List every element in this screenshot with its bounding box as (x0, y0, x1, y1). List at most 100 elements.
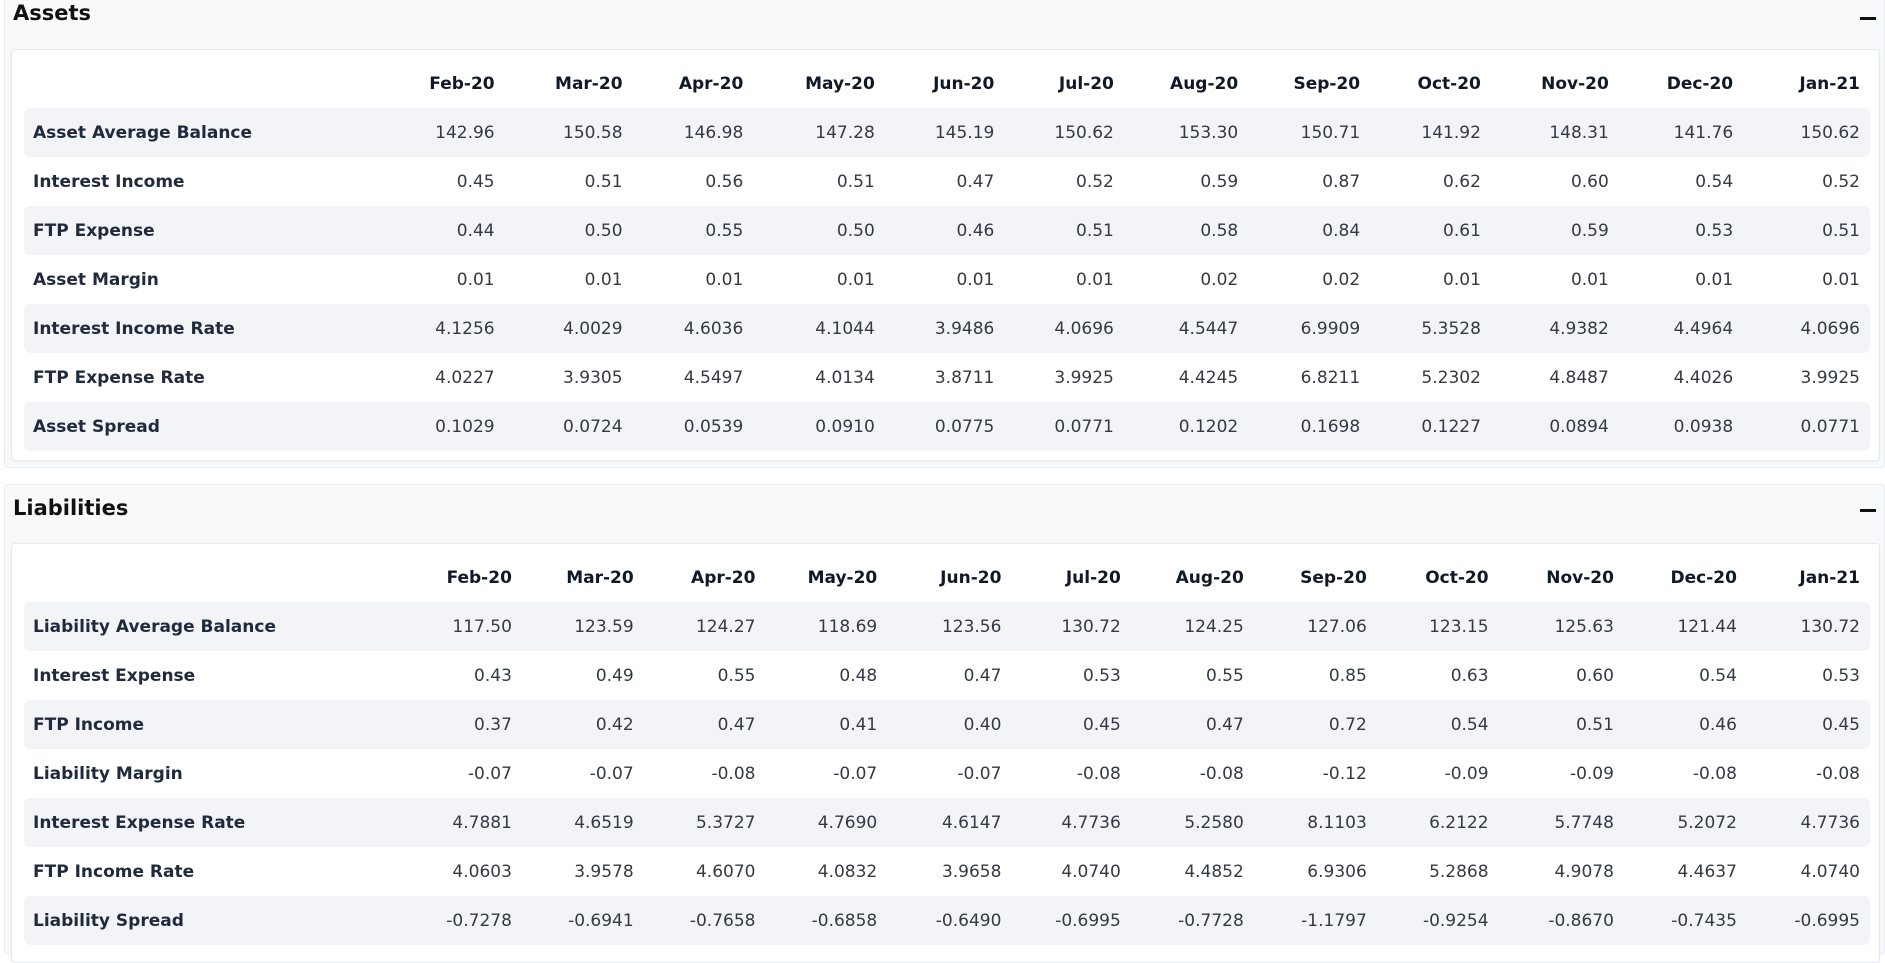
column-header[interactable]: Apr-20 (633, 60, 754, 108)
table-cell: 3.9486 (884, 304, 1005, 353)
column-header[interactable]: Nov-20 (1491, 60, 1619, 108)
table-cell: 0.0775 (884, 402, 1005, 451)
table-cell: -0.7435 (1623, 896, 1747, 945)
column-header[interactable]: Oct-20 (1377, 554, 1499, 602)
table-cell: 0.0724 (504, 402, 633, 451)
table-cell: -0.08 (711, 763, 756, 784)
row-label: Interest Expense Rate (24, 798, 404, 847)
row-label: Liability Spread (24, 896, 404, 945)
column-header[interactable]: Nov-20 (1499, 554, 1624, 602)
table-row: Interest Expense 0.43 0.49 0.55 0.48 0.47 0.53… (24, 651, 1870, 700)
table-cell: 145.19 (884, 108, 1005, 157)
table-cell: 5.2072 (1623, 798, 1747, 847)
column-header[interactable]: Jan-21 (1747, 554, 1870, 602)
table-cell: 4.7690 (765, 798, 888, 847)
liabilities-section: Liabilities Feb-20 Mar-20 Apr-20 May-20 Jun-… (4, 484, 1885, 963)
table-cell: 4.1256 (385, 304, 505, 353)
table-cell: 117.50 (403, 602, 522, 651)
table-cell: 0.01 (1695, 269, 1734, 290)
table-cell: 0.42 (521, 700, 644, 749)
table-cell: 118.69 (765, 602, 888, 651)
table-cell: 0.47 (1130, 700, 1254, 749)
table-cell: 8.1103 (1253, 798, 1377, 847)
column-header[interactable]: Mar-20 (522, 554, 644, 602)
table-cell: 0.58 (1123, 206, 1249, 255)
table-cell: 0.0539 (632, 402, 754, 451)
table-cell: -0.08 (1692, 763, 1737, 784)
row-label: Interest Income (33, 171, 185, 192)
table-cell: 0.41 (765, 700, 888, 749)
table-cell: 5.3727 (643, 798, 766, 847)
table-cell: 0.46 (1623, 700, 1747, 749)
table-cell: -0.12 (1322, 763, 1367, 784)
assets-section-title: Assets (13, 1, 92, 25)
column-header[interactable]: Sep-20 (1248, 60, 1370, 108)
column-header[interactable]: Dec-20 (1624, 554, 1747, 602)
table-cell: 0.45 (1011, 700, 1131, 749)
table-cell: 4.8487 (1549, 367, 1609, 388)
table-row: Interest Expense Rate 4.7881 4.6519 5.3727 4… (24, 798, 1870, 847)
table-cell: -0.6995 (1011, 896, 1131, 945)
column-header[interactable]: Apr-20 (644, 554, 766, 602)
table-cell: -0.6490 (887, 896, 1012, 945)
assets-section-header[interactable]: Assets (5, 0, 1884, 43)
table-cell: 0.60 (1570, 171, 1609, 192)
column-header[interactable]: Dec-20 (1619, 60, 1743, 108)
table-cell: 0.45 (456, 171, 495, 192)
table-cell: 0.62 (1443, 171, 1481, 192)
table-header-row: Feb-20 Mar-20 Apr-20 May-20 Jun-20 Jul-20 Aug-… (24, 554, 1870, 602)
table-cell: 6.8211 (1300, 367, 1361, 388)
column-header[interactable]: May-20 (753, 60, 885, 108)
assets-table-card: Feb-20 Mar-20 Apr-20 May-20 Jun-20 Jul-20 Aug-… (11, 49, 1880, 461)
table-cell: 0.54 (1695, 171, 1734, 192)
table-cell: 0.63 (1450, 665, 1489, 686)
table-cell: 3.9305 (563, 367, 623, 388)
column-header[interactable]: Feb-20 (385, 60, 505, 108)
collapse-icon[interactable] (1860, 509, 1876, 512)
table-cell: 4.0227 (435, 367, 495, 388)
table-cell: 4.5447 (1123, 304, 1249, 353)
table-cell: 0.61 (1370, 206, 1491, 255)
table-cell: 4.9382 (1490, 304, 1619, 353)
column-header[interactable]: Oct-20 (1370, 60, 1491, 108)
table-cell: 0.55 (1205, 665, 1244, 686)
table-cell: 4.7881 (403, 798, 522, 847)
table-cell: 4.0740 (1061, 861, 1121, 882)
table-cell: 147.28 (753, 108, 885, 157)
column-header[interactable]: Jan-21 (1743, 60, 1870, 108)
table-cell: 0.51 (1004, 206, 1124, 255)
table-cell: 4.4637 (1677, 861, 1737, 882)
table-cell: 4.4964 (1618, 304, 1744, 353)
table-cell: 4.4852 (1184, 861, 1244, 882)
table-cell: 130.72 (1746, 602, 1870, 651)
table-cell: 4.6147 (887, 798, 1012, 847)
table-cell: 0.53 (1618, 206, 1744, 255)
column-header[interactable]: Jun-20 (887, 554, 1011, 602)
table-cell: 0.1227 (1370, 402, 1491, 451)
table-cell: 0.59 (1490, 206, 1619, 255)
column-header[interactable]: Aug-20 (1124, 60, 1248, 108)
table-cell: 125.63 (1498, 602, 1624, 651)
column-header[interactable]: Aug-20 (1131, 554, 1254, 602)
table-cell: -0.08 (1076, 763, 1121, 784)
table-cell: -0.6941 (521, 896, 644, 945)
column-header[interactable]: Mar-20 (505, 60, 633, 108)
column-header[interactable]: Jul-20 (1011, 554, 1130, 602)
table-row: FTP Income 0.37 0.42 0.47 0.41 0.40 0.45 0.47 0.… (24, 700, 1870, 749)
row-label: Asset Spread (24, 402, 386, 451)
table-cell: 141.92 (1370, 108, 1491, 157)
table-cell: -0.7278 (403, 896, 522, 945)
column-header[interactable]: Sep-20 (1254, 554, 1377, 602)
row-label-header (24, 554, 404, 602)
column-header[interactable]: Jul-20 (1004, 60, 1124, 108)
table-cell: 0.01 (705, 269, 744, 290)
table-row: Liability Spread -0.7278 -0.6941 -0.7658 -0.… (24, 896, 1870, 945)
liabilities-section-header[interactable]: Liabilities (5, 485, 1884, 533)
collapse-icon[interactable] (1860, 17, 1876, 20)
table-cell: -0.07 (589, 763, 634, 784)
column-header[interactable]: May-20 (765, 554, 887, 602)
table-cell: 130.72 (1011, 602, 1131, 651)
row-label: Liability Average Balance (24, 602, 404, 651)
column-header[interactable]: Jun-20 (885, 60, 1005, 108)
column-header[interactable]: Feb-20 (404, 554, 522, 602)
